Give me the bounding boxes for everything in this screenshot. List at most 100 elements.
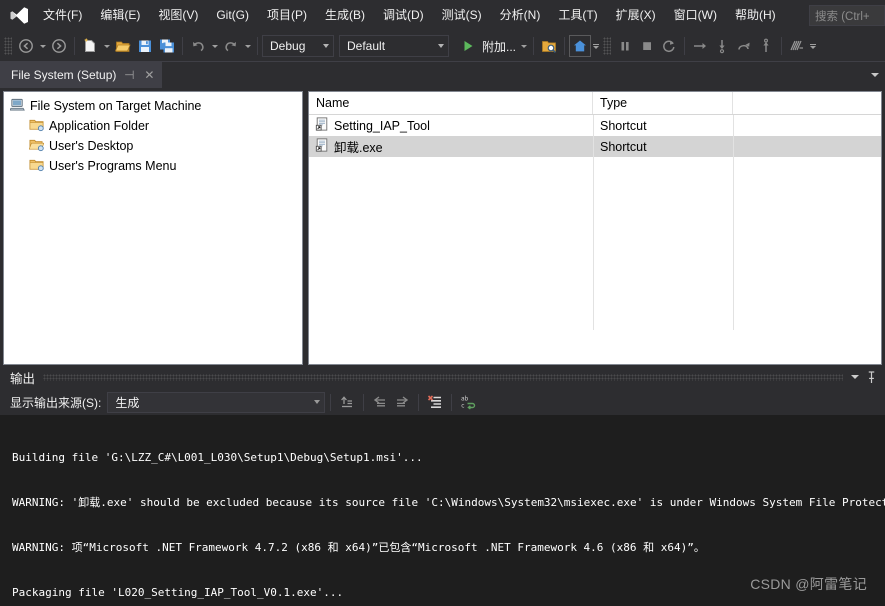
menu-item-build[interactable]: 生成(B) (316, 4, 374, 27)
tab-file-system-setup[interactable]: File System (Setup) ⊣ ✕ (0, 62, 163, 88)
menu-item-extensions[interactable]: 扩展(X) (607, 4, 665, 27)
list-item[interactable]: 卸载.exe Shortcut (309, 136, 881, 157)
toolbar-separator (781, 37, 783, 55)
solution-configuration-value: Debug (270, 39, 306, 53)
attach-dropdown-icon[interactable] (518, 35, 529, 57)
tree-item-users-desktop[interactable]: User's Desktop (4, 136, 302, 156)
menu-item-git[interactable]: Git(G) (207, 4, 258, 27)
menu-item-analyze[interactable]: 分析(N) (491, 4, 550, 27)
tree-item-label: Application Folder (49, 119, 150, 133)
start-debug-icon[interactable] (457, 35, 479, 57)
visual-studio-logo-icon (4, 0, 34, 31)
toolbar-grip[interactable] (4, 37, 12, 55)
home-preview-icon[interactable] (569, 35, 592, 57)
attach-button-label[interactable]: 附加... (479, 38, 518, 55)
output-source-value: 生成 (115, 395, 140, 410)
tree-item-users-programs-menu[interactable]: User's Programs Menu (4, 156, 302, 176)
chevron-down-icon (323, 44, 329, 48)
search-placeholder: 搜索 (Ctrl+ (815, 10, 870, 23)
tree-item-root[interactable]: File System on Target Machine (4, 96, 302, 116)
folder-icon (29, 157, 44, 175)
folder-icon (29, 117, 44, 135)
save-all-icon[interactable] (156, 35, 178, 57)
step-out-curve-icon[interactable] (733, 35, 755, 57)
list-item-name-cell: Setting_IAP_Tool (309, 117, 593, 134)
toolbar-grip[interactable] (603, 37, 612, 55)
stop-icon[interactable] (636, 35, 658, 57)
list-item-name: Setting_IAP_Tool (334, 118, 430, 133)
target-machine-tree-pane: File System on Target Machine Applicatio… (3, 91, 303, 365)
restart-icon[interactable] (658, 35, 680, 57)
navigate-forward-icon[interactable] (48, 35, 70, 57)
menu-item-edit[interactable]: 编辑(E) (91, 4, 149, 27)
close-icon[interactable]: ✕ (142, 69, 156, 81)
console-line: WARNING: '卸载.exe' should be excluded bec… (12, 496, 885, 509)
debug-toolbar-overflow-icon[interactable] (808, 35, 818, 57)
step-out-icon[interactable] (755, 35, 777, 57)
toolbar-separator (74, 37, 75, 55)
tree-item-application-folder[interactable]: Application Folder (4, 116, 302, 136)
menu-item-help[interactable]: 帮助(H) (726, 4, 785, 27)
solution-platform-combo[interactable]: Default (339, 35, 449, 57)
menu-item-project[interactable]: 项目(P) (258, 4, 316, 27)
pause-icon[interactable] (614, 35, 636, 57)
new-item-icon[interactable] (79, 35, 101, 57)
output-panel-title-bar: 输出 (0, 365, 885, 389)
redo-dropdown-icon[interactable] (242, 35, 253, 57)
tree-item-label: User's Desktop (49, 139, 134, 153)
output-console[interactable]: Building file 'G:\LZZ_C#\L001_L030\Setup… (0, 415, 885, 606)
output-panel: 输出 显示输出来源(S): 生成 ab c Building file 'G:\… (0, 365, 885, 606)
go-to-next-message-icon[interactable] (391, 391, 413, 413)
solution-configuration-combo[interactable]: Debug (262, 35, 334, 57)
menu-item-test[interactable]: 测试(S) (433, 4, 491, 27)
svg-text:c: c (461, 403, 465, 410)
menu-item-window[interactable]: 窗口(W) (665, 4, 726, 27)
step-into-icon[interactable] (711, 35, 733, 57)
step-over-icon[interactable] (689, 35, 711, 57)
toolbar-separator (257, 37, 258, 55)
tab-list-dropdown-icon[interactable] (871, 62, 879, 88)
save-icon[interactable] (134, 35, 156, 57)
navigate-backward-icon[interactable] (15, 35, 37, 57)
file-system-editor: File System on Target Machine Applicatio… (0, 88, 885, 365)
output-panel-menu-icon[interactable] (847, 367, 863, 387)
open-file-icon[interactable] (112, 35, 134, 57)
column-header-type[interactable]: Type (593, 92, 733, 114)
menu-bar: 文件(F) 编辑(E) 视图(V) Git(G) 项目(P) 生成(B) 调试(… (0, 0, 885, 31)
search-input[interactable]: 搜索 (Ctrl+ (809, 5, 885, 26)
menu-item-debug[interactable]: 调试(D) (374, 4, 433, 27)
menu-item-file[interactable]: 文件(F) (34, 4, 91, 27)
navigate-backward-dropdown-icon[interactable] (37, 35, 48, 57)
column-header-name[interactable]: Name (309, 92, 593, 114)
new-item-dropdown-icon[interactable] (101, 35, 112, 57)
tree-item-label: User's Programs Menu (49, 159, 177, 173)
shortcut-icon (315, 117, 329, 134)
list-item-type: Shortcut (600, 118, 647, 133)
menu-items: 文件(F) 编辑(E) 视图(V) Git(G) 项目(P) 生成(B) 调试(… (34, 4, 785, 27)
find-message-icon[interactable] (336, 391, 358, 413)
output-panel-title: 输出 (10, 367, 40, 387)
hot-reload-icon[interactable] (786, 35, 808, 57)
undo-dropdown-icon[interactable] (209, 35, 220, 57)
solution-platform-value: Default (347, 39, 386, 53)
menu-item-view[interactable]: 视图(V) (149, 4, 207, 27)
undo-icon[interactable] (187, 35, 209, 57)
menu-item-tools[interactable]: 工具(T) (549, 4, 606, 27)
console-line: WARNING: 项“Microsoft .NET Framework 4.7.… (12, 541, 705, 554)
tab-label: File System (Setup) (11, 68, 117, 82)
toggle-word-wrap-icon[interactable]: ab c (457, 391, 479, 413)
output-toolbar: 显示输出来源(S): 生成 ab c (0, 389, 885, 415)
clear-all-icon[interactable] (424, 391, 446, 413)
output-toolbar-separator (363, 393, 365, 411)
output-source-combo[interactable]: 生成 (107, 391, 326, 413)
output-panel-pin-icon[interactable] (863, 367, 879, 387)
column-divider (733, 115, 734, 330)
find-in-files-icon[interactable] (538, 35, 560, 57)
list-item-name: 卸载.exe (334, 141, 383, 155)
list-body: Setting_IAP_Tool Shortcut 卸载.exe Shortcu… (309, 115, 881, 330)
pin-icon[interactable]: ⊣ (122, 69, 136, 81)
redo-icon[interactable] (220, 35, 242, 57)
go-to-previous-message-icon[interactable] (369, 391, 391, 413)
list-item[interactable]: Setting_IAP_Tool Shortcut (309, 115, 881, 136)
toolbar-overflow-icon[interactable] (591, 35, 601, 57)
